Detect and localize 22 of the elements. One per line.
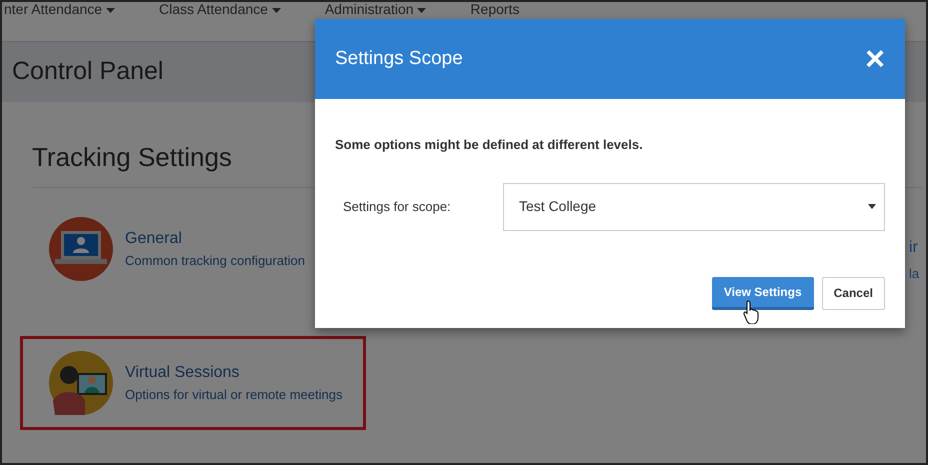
caret-icon [868,204,876,209]
cancel-button[interactable]: Cancel [822,276,885,310]
close-button[interactable]: × [865,42,885,76]
item-title[interactable]: General [125,227,305,252]
video-call-icon [49,351,113,416]
pointer-cursor-icon [743,300,759,324]
selected-value: Test College [519,197,596,216]
page-title: Control Panel [12,56,164,88]
nav-menu[interactable]: nter Attendance [4,2,115,17]
item-subtitle: Common tracking configuration [125,252,305,270]
item-subtitle: Options for virtual or remote meetings [125,386,342,404]
laptop-user-icon [49,217,113,282]
field-label: Settings for scope: [342,198,452,216]
nav-menu[interactable]: Administration [324,2,426,17]
item-title[interactable]: Virtual Sessions [125,361,342,386]
nav-menu[interactable]: Class Attendance [158,2,281,17]
nav-menu[interactable]: Reports [470,2,520,17]
item-title[interactable]: ir [909,236,920,260]
view-settings-button[interactable]: View Settings [712,276,814,310]
scope-select[interactable]: Test College [503,182,885,230]
dialog-title: Settings Scope [335,46,463,71]
item-subtitle: la [909,265,920,283]
